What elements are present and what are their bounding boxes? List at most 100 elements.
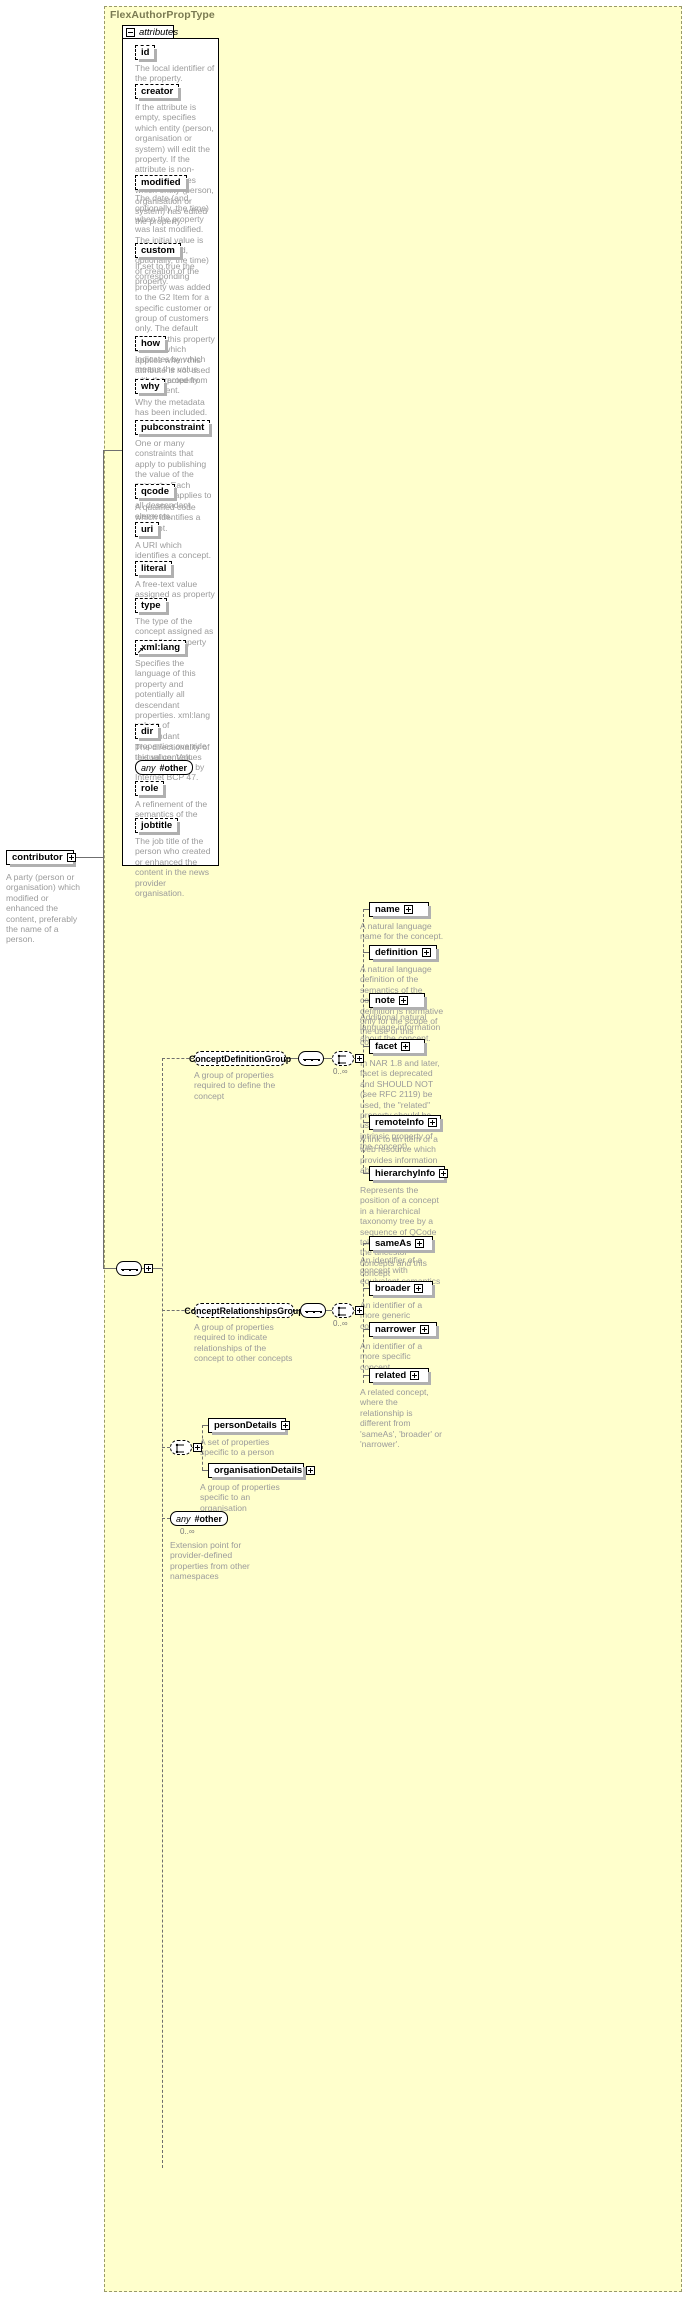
ebox-shadow-right (440, 1119, 443, 1132)
attribute-desc-uri: A URI which identifies a concept. (135, 540, 211, 561)
expand-icon[interactable] (403, 905, 413, 914)
complextype-title: FlexAuthorPropType (110, 9, 215, 21)
group-desc-concept-relationships: A group of properties required to indica… (194, 1322, 293, 1364)
attribute-chip-creator[interactable]: creator (135, 84, 182, 101)
element-name[interactable]: name (369, 902, 431, 919)
choice-expander-details[interactable] (193, 1443, 202, 1452)
ebox-shadow-right (436, 949, 439, 962)
expand-icon[interactable] (66, 853, 76, 862)
expand-icon[interactable] (419, 1325, 429, 1334)
expand-icon[interactable] (306, 1466, 316, 1475)
element-label: organisationDetails (214, 1465, 303, 1476)
element-label: definition (375, 947, 418, 958)
attribute-label: literal (141, 563, 167, 574)
group-label: ConceptRelationshipsGroup (184, 1305, 304, 1316)
main-sequence-compositor[interactable] (116, 1261, 142, 1276)
choice-expander-cdg[interactable] (355, 1054, 364, 1063)
choice-icon (337, 1306, 346, 1317)
attribute-label: role (141, 783, 159, 794)
chip-shadow (139, 393, 168, 396)
element-facet[interactable]: facet (369, 1039, 427, 1056)
choice-expander-crg[interactable] (355, 1306, 364, 1315)
attribute-chip-jobtitle[interactable]: jobtitle (135, 818, 181, 835)
choice-compositor-details[interactable] (170, 1440, 192, 1455)
element-sameas[interactable]: sameAs (369, 1236, 435, 1253)
expand-icon[interactable] (439, 1169, 449, 1178)
element-label: personDetails (214, 1420, 277, 1431)
element-organisationdetails[interactable]: organisationDetails (208, 1463, 316, 1480)
attribute-chip-role[interactable]: role (135, 781, 167, 798)
attribute-desc-why: Why the metadata has been included. (135, 397, 208, 418)
attribute-label: custom (141, 245, 175, 256)
attribute-label: jobtitle (141, 820, 173, 831)
chip-shadow-right (158, 728, 162, 741)
attribute-chip-uri[interactable]: uri (135, 522, 162, 539)
element-desc-name: A natural language name for the concept. (360, 921, 444, 942)
root-element-label: contributor (12, 852, 63, 863)
expand-icon[interactable] (280, 1421, 290, 1430)
element-narrower[interactable]: narrower (369, 1322, 439, 1339)
element-persondetails[interactable]: personDetails (208, 1418, 290, 1435)
element-label: remoteInfo (375, 1117, 425, 1128)
attribute-chip-dir[interactable]: dir (135, 724, 162, 741)
chip-shadow (139, 575, 175, 578)
attribute-label: xml:lang (141, 642, 181, 653)
choice-compositor-crg[interactable] (332, 1303, 354, 1318)
attribute-chip-literal[interactable]: literal (135, 561, 175, 578)
attribute-chip-how[interactable]: how (135, 336, 168, 353)
group-concept-relationships[interactable]: ConceptRelationshipsGroup (184, 1303, 304, 1318)
sequence-dot-mid (313, 1310, 315, 1313)
root-element-description: A party (person or organisation) which m… (6, 872, 81, 945)
chip-shadow-right (154, 49, 158, 62)
expand-icon[interactable] (410, 1371, 420, 1380)
expand-icon[interactable] (399, 996, 409, 1005)
main-sequence-expander[interactable] (144, 1264, 153, 1273)
attribute-chip-pubconstraint[interactable]: pubconstraint (135, 420, 213, 437)
ebox-shadow (373, 1250, 435, 1253)
ebox-shadow (373, 1180, 447, 1183)
ebox-shadow (373, 1382, 431, 1385)
attribute-any-other[interactable]: any #other (135, 760, 194, 775)
sequence-compositor-crg[interactable] (300, 1303, 326, 1318)
ebox-shadow (373, 1295, 435, 1298)
ebox-shadow-right (424, 1043, 427, 1056)
element-desc-any-other: Extension point for provider-defined pro… (170, 1540, 250, 1582)
element-label: broader (375, 1283, 411, 1294)
ebox-shadow-right (436, 1326, 439, 1339)
chip-shadow (139, 832, 181, 835)
element-related[interactable]: related (369, 1368, 431, 1385)
element-any-other[interactable]: any #other (170, 1511, 229, 1526)
attribute-chip-qcode[interactable]: qcode (135, 484, 177, 501)
expand-icon[interactable] (421, 948, 431, 957)
connector-to-attributes (103, 450, 122, 451)
element-note[interactable]: note (369, 993, 427, 1010)
group-concept-definition[interactable]: ConceptDefinitionGroup (189, 1051, 291, 1066)
attribute-chip-why[interactable]: why (135, 379, 168, 396)
collapse-icon[interactable] (126, 28, 135, 37)
attribute-desc-jobtitle: The job title of the person who created … (135, 836, 211, 899)
expand-icon[interactable] (401, 1042, 411, 1051)
ebox-shadow-right (432, 1240, 435, 1253)
expand-icon[interactable] (415, 1239, 425, 1248)
ebox-shadow (212, 1432, 288, 1435)
expand-icon[interactable] (414, 1284, 424, 1293)
sequence-compositor-cdg[interactable] (298, 1051, 324, 1066)
attribute-label: uri (141, 524, 154, 535)
attribute-chip-xmllang[interactable]: xml:lang ↗ (135, 640, 189, 657)
sequence-dot-left (306, 1310, 308, 1313)
attribute-chip-type[interactable]: type (135, 598, 169, 615)
element-definition[interactable]: definition (369, 945, 439, 962)
attributes-tab[interactable]: attributes (122, 25, 178, 39)
attribute-label: id (141, 47, 150, 58)
chip-shadow-right (185, 179, 189, 192)
element-remoteinfo[interactable]: remoteInfo (369, 1115, 443, 1132)
choice-compositor-cdg[interactable] (332, 1051, 354, 1066)
attribute-chip-id[interactable]: id (135, 45, 158, 62)
attribute-chip-custom[interactable]: custom (135, 243, 183, 260)
ebox-shadow (373, 1129, 443, 1132)
element-hierarchyinfo[interactable]: hierarchyInfo (369, 1166, 449, 1183)
root-element-contributor[interactable]: contributor (6, 850, 76, 867)
element-broader[interactable]: broader (369, 1281, 435, 1298)
attribute-chip-modified[interactable]: modified (135, 175, 189, 192)
expand-icon[interactable] (428, 1118, 438, 1127)
